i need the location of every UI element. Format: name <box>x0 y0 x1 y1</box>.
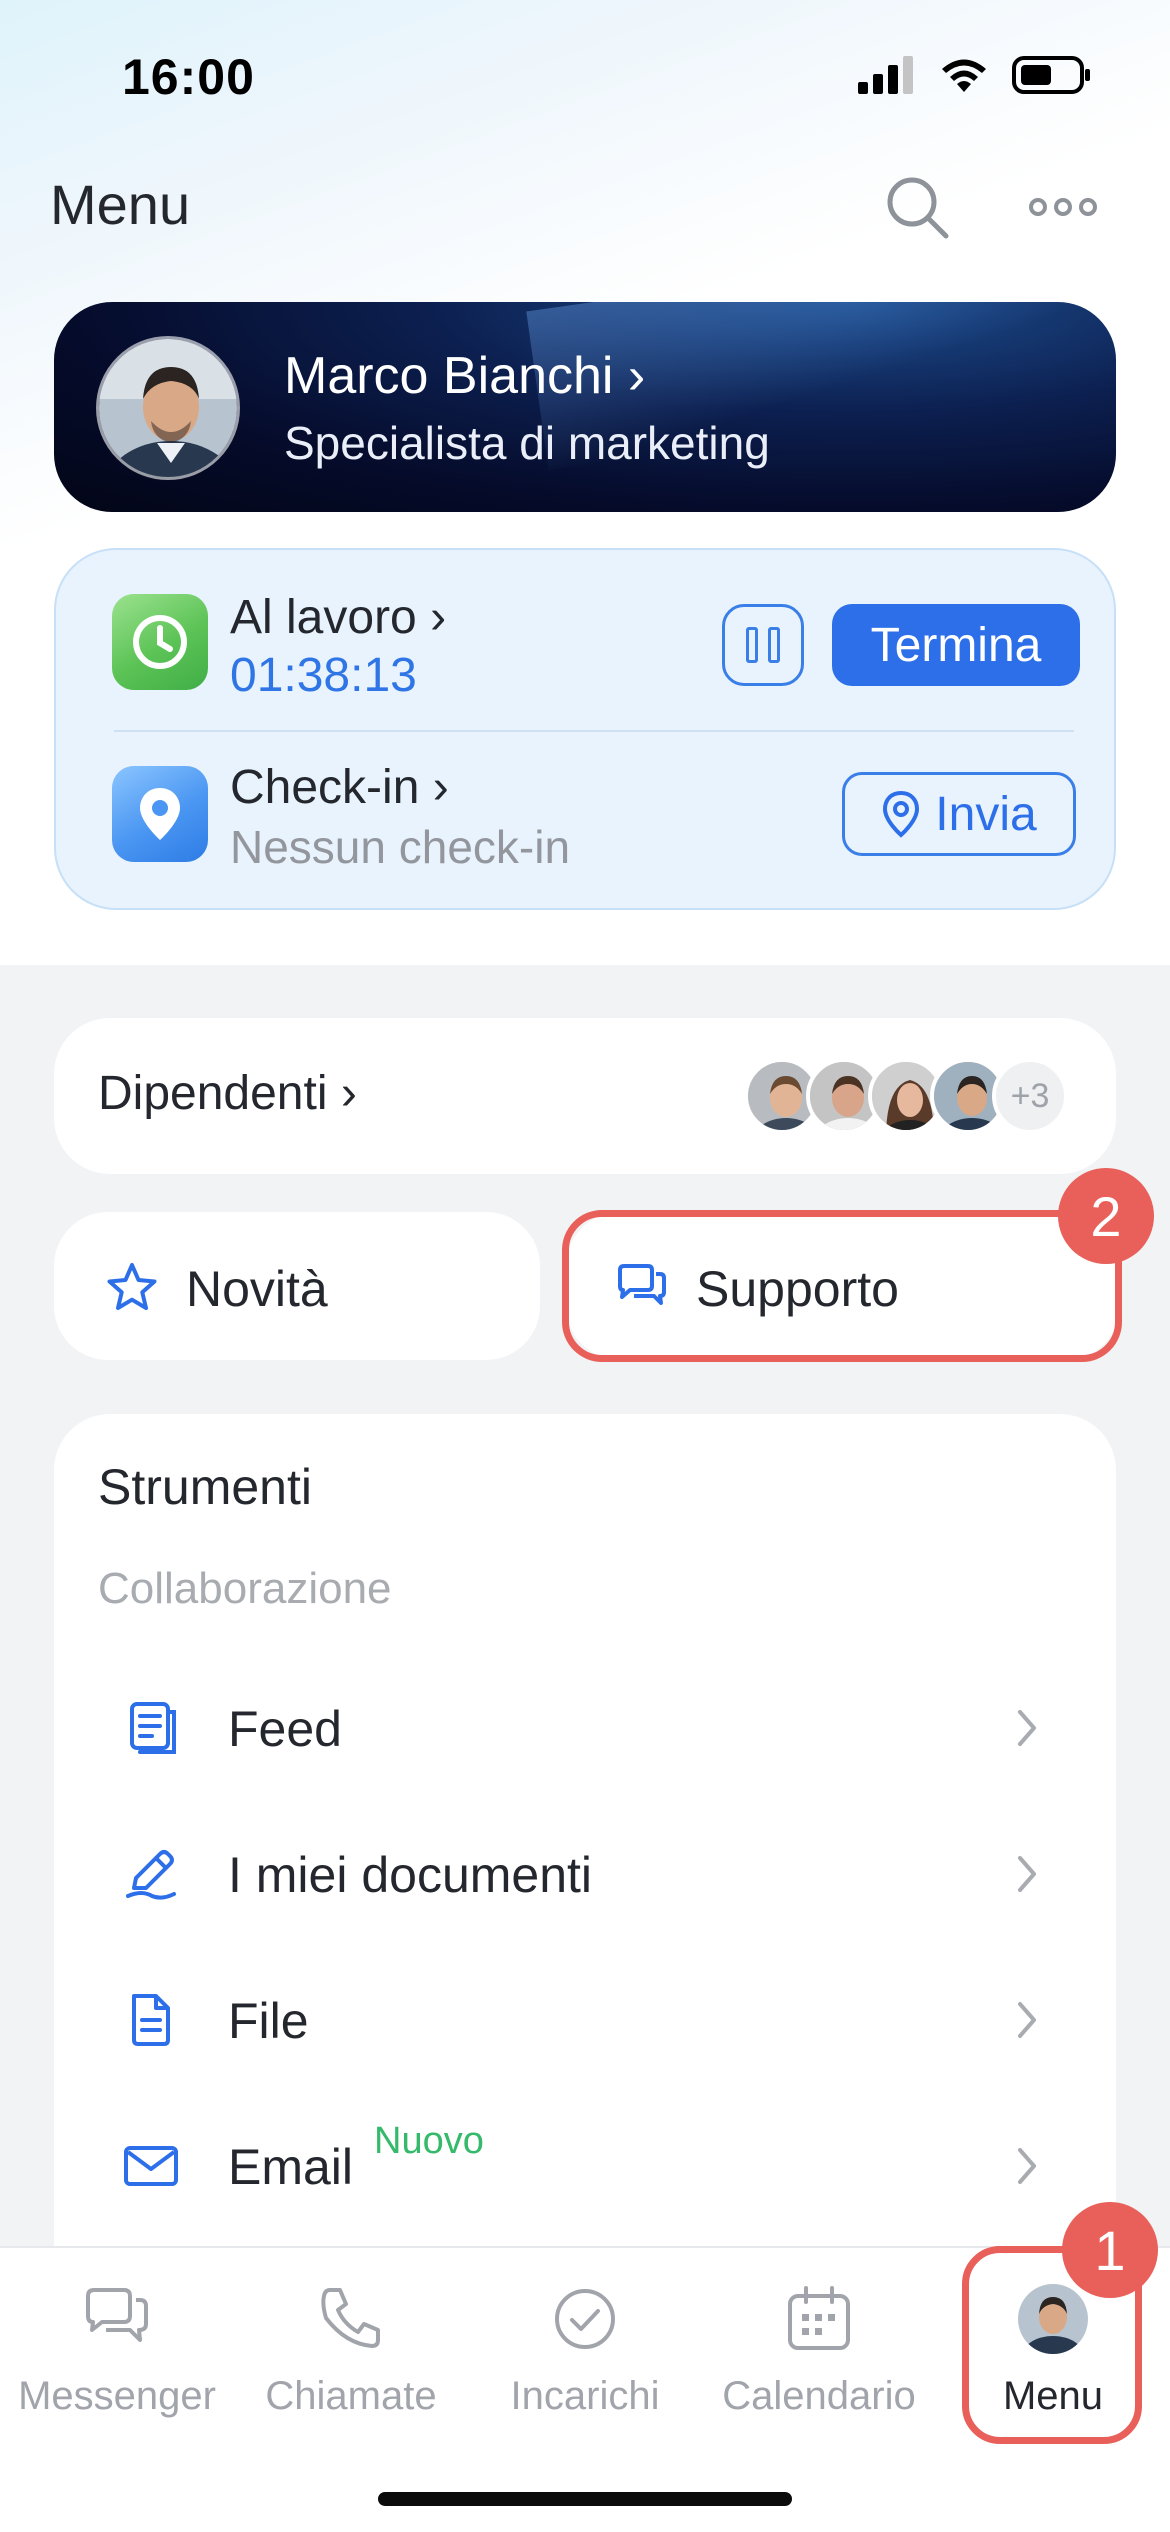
tab-label: Chiamate <box>265 2374 437 2418</box>
mail-icon <box>124 2146 178 2186</box>
chevron-right-icon <box>1018 1856 1036 1892</box>
new-badge: Nuovo <box>374 2120 484 2162</box>
tool-item-file[interactable]: File <box>54 1946 1116 2092</box>
more-options-icon[interactable] <box>1028 190 1098 224</box>
star-icon <box>107 1263 157 1310</box>
tools-title: Strumenti <box>98 1459 312 1515</box>
tab-calls[interactable]: Chiamate <box>234 2284 468 2454</box>
profile-role: Specialista di marketing <box>284 417 770 469</box>
feed-icon <box>130 1702 176 1754</box>
annotation-badge-2: 2 <box>1058 1168 1154 1264</box>
work-status-card: Al lavoro › 01:38:13 Termina Check-in › … <box>54 548 1116 910</box>
chevron-right-icon: › <box>340 1067 357 1120</box>
tool-item-email[interactable]: Email Nuovo <box>54 2092 1116 2238</box>
tool-label: I miei documenti <box>228 1847 593 1903</box>
location-pin-icon <box>883 790 920 838</box>
tab-calendar[interactable]: Calendario <box>702 2284 936 2454</box>
location-pin-icon <box>112 766 208 862</box>
checkin-title[interactable]: Check-in › <box>230 760 449 815</box>
annotation-highlight <box>562 1210 1122 1362</box>
clock-icon <box>112 594 208 690</box>
chevron-right-icon: › <box>432 761 449 814</box>
employees-card[interactable]: Dipendenti › +3 <box>54 1018 1116 1174</box>
status-icons <box>856 55 1092 95</box>
chevron-right-icon: › <box>627 347 646 405</box>
battery-icon <box>1012 56 1090 94</box>
stop-work-button[interactable]: Termina <box>832 604 1080 686</box>
tool-label: Email <box>228 2139 354 2195</box>
tool-item-feed[interactable]: Feed <box>54 1654 1116 1800</box>
work-status-title[interactable]: Al lavoro › <box>230 590 446 645</box>
checkin-subtitle: Nessun check-in <box>230 821 571 873</box>
pen-icon <box>126 1850 176 1900</box>
pause-button[interactable] <box>722 604 804 686</box>
news-button[interactable]: Novità <box>54 1212 540 1360</box>
news-label: Novità <box>186 1261 328 1317</box>
file-icon <box>132 1994 170 2046</box>
avatar <box>96 336 240 480</box>
employee-avatars: +3 <box>744 1058 1068 1134</box>
more-employees-count: +3 <box>992 1058 1068 1134</box>
tool-label: Feed <box>228 1701 342 1757</box>
page-title: Menu <box>50 173 191 236</box>
tab-label: Incarichi <box>510 2374 660 2418</box>
divider <box>114 730 1074 732</box>
check-circle-icon <box>555 2289 615 2349</box>
chevron-right-icon: › <box>430 591 447 644</box>
tab-messenger[interactable]: Messenger <box>0 2284 234 2454</box>
tools-section-title: Collaborazione <box>98 1564 392 1613</box>
status-bar: 16:00 <box>0 0 1170 150</box>
chevron-right-icon <box>1018 2002 1036 2038</box>
tool-item-my-documents[interactable]: I miei documenti <box>54 1800 1116 1946</box>
chevron-right-icon <box>1018 1710 1036 1746</box>
employees-label: Dipendenti › <box>98 1067 357 1120</box>
profile-card[interactable]: Marco Bianchi › Specialista di marketing <box>54 302 1116 512</box>
tool-label: File <box>228 1993 309 2049</box>
chat-bubbles-icon <box>86 2288 148 2342</box>
profile-name: Marco Bianchi › <box>284 347 646 405</box>
chevron-right-icon <box>1018 2148 1036 2184</box>
annotation-badge-1: 1 <box>1062 2202 1158 2298</box>
status-time: 16:00 <box>122 49 255 105</box>
tab-tasks[interactable]: Incarichi <box>468 2284 702 2454</box>
calendar-icon <box>788 2286 850 2350</box>
phone-icon <box>321 2288 380 2348</box>
search-icon[interactable] <box>882 172 952 242</box>
tab-label: Calendario <box>722 2374 916 2418</box>
home-indicator <box>378 2492 792 2506</box>
tab-label: Messenger <box>18 2374 216 2418</box>
checkin-send-button[interactable]: Invia <box>842 772 1076 856</box>
pause-bar <box>746 627 758 663</box>
wifi-icon <box>942 59 986 92</box>
pause-bar <box>768 627 780 663</box>
signal-icon <box>858 56 913 94</box>
work-timer: 01:38:13 <box>230 649 417 702</box>
